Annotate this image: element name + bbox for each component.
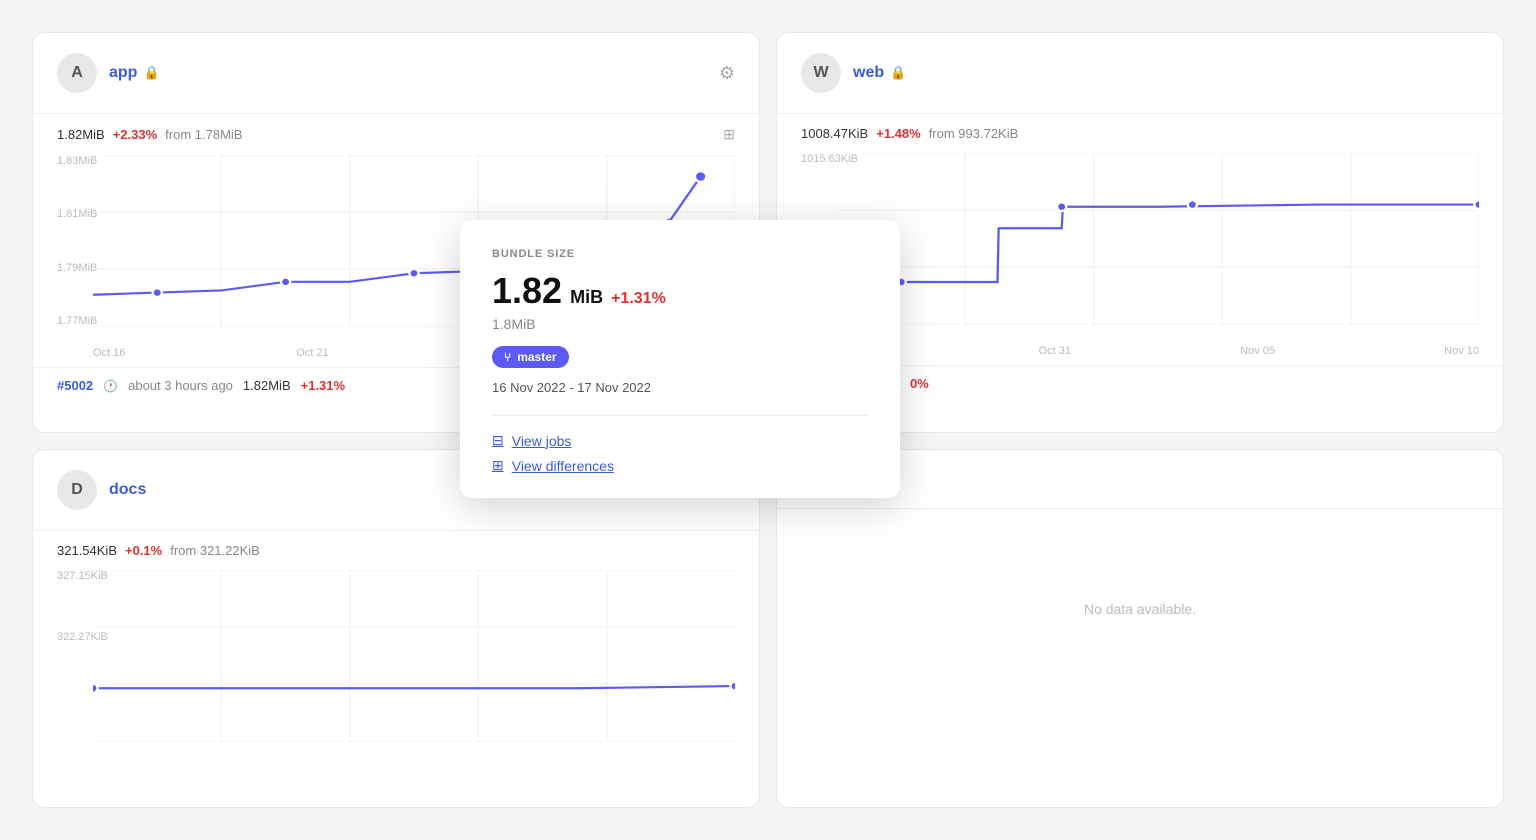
web-x-label-3: Nov 05 [1240, 345, 1275, 357]
no-data-message: No data available. [777, 509, 1503, 709]
web-x-label-4: Nov 10 [1444, 345, 1479, 357]
settings-icon[interactable]: ⚙ [719, 63, 735, 84]
app-y-label-2: 1.81MiB [57, 208, 97, 220]
docs-stat-from: from 321.22KiB [170, 543, 260, 558]
docs-avatar: D [57, 470, 97, 510]
view-jobs-label: View jobs [512, 433, 572, 449]
web-chart-svg [837, 153, 1479, 325]
tooltip-prev-size: 1.8MiB [492, 316, 868, 332]
docs-stat-change: +0.1% [125, 543, 162, 558]
tooltip-size-unit: MiB [570, 287, 603, 308]
branch-name: master [517, 350, 556, 364]
docs-card: D docs 321.54KiB +0.1% from 321.22KiB 32… [32, 449, 760, 808]
tooltip-size-row: 1.82 MiB +1.31% [492, 270, 868, 312]
web-card-header: W web 🔒 [777, 33, 1503, 114]
docs-stat-size: 321.54KiB [57, 543, 117, 558]
app-y-labels: 1.83MiB 1.81MiB 1.79MiB 1.77MiB [57, 155, 97, 327]
app-y-label-1: 1.83MiB [57, 155, 97, 167]
docs-title[interactable]: docs [109, 481, 146, 499]
app-stats: 1.82MiB +2.33% from 1.78MiB ⊞ [33, 114, 759, 147]
view-differences-link[interactable]: ⊞ View differences [492, 457, 868, 474]
web-x-label-2: Oct 31 [1039, 345, 1071, 357]
app-diff-icon[interactable]: ⊞ [723, 126, 735, 143]
web-lock-icon: 🔒 [890, 65, 906, 81]
tooltip-actions: ⊟ View jobs ⊞ View differences [492, 432, 868, 474]
app-title[interactable]: app [109, 64, 137, 82]
app-card-header: A app 🔒 ⚙ [33, 33, 759, 114]
bundle-size-tooltip: BUNDLE SIZE 1.82 MiB +1.31% 1.8MiB ⑂ mas… [460, 220, 900, 498]
view-jobs-link[interactable]: ⊟ View jobs [492, 432, 868, 449]
web-x-labels: Oct 26 Oct 31 Nov 05 Nov 10 [837, 345, 1479, 357]
clock-icon: 🕐 [103, 379, 118, 393]
tooltip-size-main: 1.82 [492, 270, 562, 312]
web-avatar: W [801, 53, 841, 93]
app-stat-from: from 1.78MiB [165, 127, 242, 142]
web-stat-from: from 993.72KiB [929, 126, 1019, 141]
app-footer-time: about 3 hours ago [128, 378, 233, 393]
tooltip-label: BUNDLE SIZE [492, 248, 868, 260]
app-avatar: A [57, 53, 97, 93]
web-title[interactable]: web [853, 64, 884, 82]
web-stat-change: +1.48% [876, 126, 920, 141]
app-build-link[interactable]: #5002 [57, 378, 93, 393]
app-stat-size: 1.82MiB [57, 127, 105, 142]
app-footer-change: +1.31% [301, 378, 345, 393]
docs-chart-svg [93, 570, 735, 742]
docs-stats: 321.54KiB +0.1% from 321.22KiB [33, 531, 759, 562]
tooltip-dates: 16 Nov 2022 - 17 Nov 2022 [492, 380, 868, 395]
app-x-label-1: Oct 16 [93, 347, 125, 359]
app-x-label-2: Oct 21 [296, 347, 328, 359]
tooltip-branch-badge: ⑂ master [492, 346, 569, 368]
web-stats: 1008.47KiB +1.48% from 993.72KiB [777, 114, 1503, 145]
duplicates-card: -duplicates No data available. [776, 449, 1504, 808]
jobs-icon: ⊟ [492, 432, 504, 449]
app-footer-size: 1.82MiB [243, 378, 291, 393]
lock-icon: 🔒 [143, 65, 159, 81]
docs-chart-area: 327.15KiB 322.27KiB [33, 562, 759, 782]
view-differences-label: View differences [512, 458, 614, 474]
app-y-label-4: 1.77MiB [57, 315, 97, 327]
web-footer-change: 0% [910, 376, 929, 391]
branch-icon: ⑂ [504, 350, 511, 364]
app-stat-change: +2.33% [113, 127, 157, 142]
web-stat-size: 1008.47KiB [801, 126, 868, 141]
tooltip-change: +1.31% [611, 290, 666, 308]
differences-icon: ⊞ [492, 457, 504, 474]
tooltip-divider [492, 415, 868, 416]
app-y-label-3: 1.79MiB [57, 262, 97, 274]
